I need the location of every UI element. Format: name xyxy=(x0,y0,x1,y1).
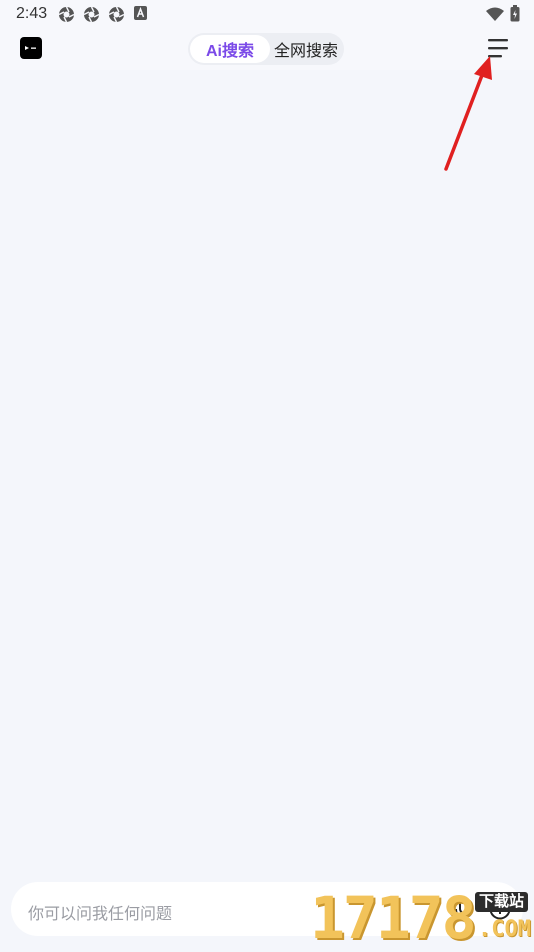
app-icon[interactable] xyxy=(20,37,42,59)
watermark-label-com: .COM xyxy=(478,917,531,942)
watermark-digits: 17178 xyxy=(310,884,477,952)
wifi-icon xyxy=(486,7,504,26)
status-time: 2:43 xyxy=(16,5,48,22)
status-bar: 2:43 xyxy=(0,0,534,28)
aperture-icon xyxy=(108,6,125,28)
aperture-icon xyxy=(58,6,75,28)
battery-icon xyxy=(510,5,520,27)
tab-web-search[interactable]: 全网搜索 xyxy=(270,35,342,63)
tab-ai-search[interactable]: Ai搜索 xyxy=(190,35,270,63)
ask-input-placeholder[interactable]: 你可以问我任何问题 xyxy=(28,900,172,924)
chat-content-area xyxy=(0,70,534,870)
watermark-logo: 17178 下载站 .COM xyxy=(310,888,532,948)
search-mode-tabs: Ai搜索 全网搜索 xyxy=(188,33,344,65)
watermark-label-cn: 下载站 xyxy=(475,892,529,912)
aperture-icon xyxy=(83,6,100,28)
a-badge-icon xyxy=(134,6,147,25)
annotation-arrow xyxy=(440,54,500,179)
